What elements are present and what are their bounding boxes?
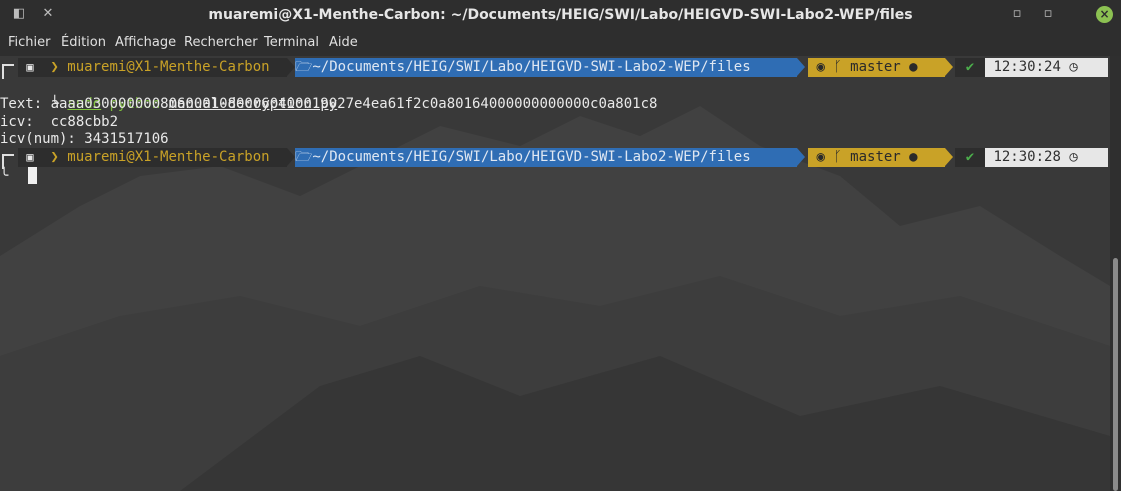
segment-separator [287,58,295,76]
terminal-area[interactable]: ▣ ❯ muaremi@X1-Menthe-Carbon 🗁~/Document… [0,56,1110,491]
clock-icon: ◷ [1069,149,1078,165]
prompt-user-text: muaremi@X1-Menthe-Carbon [67,59,270,75]
prompt-line: ▣ ❯ muaremi@X1-Menthe-Carbon 🗁~/Document… [0,148,1110,169]
scrollbar-thumb[interactable] [1113,258,1118,491]
menu-rechercher[interactable]: Rechercher [184,35,258,50]
github-icon: ◉ [816,59,825,75]
prompt-git: ◉ ᚴ master ● [808,148,945,167]
check-icon: ✔ [955,58,985,77]
segment-separator [945,58,953,76]
prompt-path-text: ~/Documents/HEIG/SWI/Labo/HEIGVD-SWI-Lab… [312,59,751,75]
chevron-right-icon: ❯ [42,59,68,75]
menu-terminal[interactable]: Terminal [264,35,319,50]
segment-separator [797,148,805,166]
segment-separator [797,58,805,76]
command-line: ╰ sudo python manual-decryption.py [0,77,338,112]
menu-affichage[interactable]: Affichage [115,35,176,50]
prompt-time: 12:30:24 ◷ [985,58,1108,77]
mountain-wallpaper [0,106,1110,491]
title-bar: ◧ ✕ muaremi@X1-Menthe-Carbon: ~/Document… [0,0,1121,30]
terminal-window: ◧ ✕ muaremi@X1-Menthe-Carbon: ~/Document… [0,0,1121,491]
prompt-time: 12:30:28 ◷ [985,148,1108,167]
prompt-user: ❯ muaremi@X1-Menthe-Carbon [42,148,287,167]
clock-icon: ◷ [1069,59,1078,75]
branch-icon: ᚴ [833,149,842,165]
prompt-branch: master [850,59,901,75]
prompt-return-icon: ╰ [0,168,9,184]
prompt-user-text: muaremi@X1-Menthe-Carbon [67,149,270,165]
close-icon[interactable]: × [1096,6,1113,23]
window-title: muaremi@X1-Menthe-Carbon: ~/Documents/HE… [208,7,913,23]
prompt-branch: master [850,149,901,165]
terminal-glyph-icon: ▣ [18,58,42,77]
terminal-glyph-icon: ▣ [18,148,42,167]
segment-separator [945,148,953,166]
prompt-git: ◉ ᚴ master ● [808,58,945,77]
prompt-path: 🗁~/Documents/HEIG/SWI/Labo/HEIGVD-SWI-La… [295,148,797,167]
check-icon: ✔ [955,148,985,167]
branch-icon: ᚴ [833,59,842,75]
prompt-time-text: 12:30:28 [993,149,1061,165]
warning-icon: ● [909,149,918,165]
prompt-path: 🗁~/Documents/HEIG/SWI/Labo/HEIGVD-SWI-La… [295,58,797,77]
prompt-line: ▣ ❯ muaremi@X1-Menthe-Carbon 🗁~/Document… [0,58,1110,79]
output-line: icv(num): 3431517106 [0,131,169,147]
folder-icon: 🗁 [295,149,313,165]
menu-edition[interactable]: Édition [61,35,106,50]
minimize-icon[interactable]: ▫ [1009,6,1025,22]
scrollbar[interactable] [1110,56,1121,491]
menu-aide[interactable]: Aide [329,35,358,50]
segment-separator [287,148,295,166]
prompt-path-text: ~/Documents/HEIG/SWI/Labo/HEIGVD-SWI-Lab… [312,149,751,165]
github-icon: ◉ [816,149,825,165]
menu-fichier[interactable]: Fichier [8,35,51,50]
input-line: ╰ [0,167,8,185]
text-cursor [28,167,37,184]
prompt-user: ❯ muaremi@X1-Menthe-Carbon [42,58,287,77]
menu-bar: Fichier Édition Affichage Rechercher Ter… [0,30,1121,56]
warning-icon: ● [909,59,918,75]
maximize-icon[interactable]: ▫ [1040,6,1056,22]
folder-icon: 🗁 [295,59,313,75]
output-line: Text: aaaa030000000806000108000604000190… [0,96,658,112]
prompt-time-text: 12:30:24 [993,59,1061,75]
chevron-right-icon: ❯ [42,149,68,165]
output-line: icv: cc88cbb2 [0,114,119,130]
